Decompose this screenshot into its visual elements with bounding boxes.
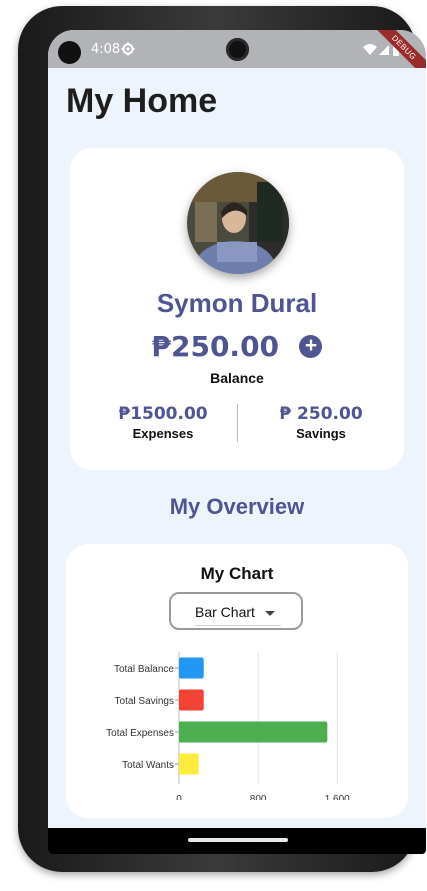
category-label: Total Balance — [114, 664, 174, 675]
home-gesture-handle[interactable] — [188, 838, 288, 842]
x-tick-label: 0 — [176, 794, 182, 800]
category-label: Total Savings — [115, 696, 174, 707]
bar — [179, 721, 328, 743]
x-tick-label: 800 — [250, 794, 267, 800]
chart-card: My Chart Bar Chart 0 800 1,600 Total Balanc… — [66, 544, 408, 818]
avatar[interactable] — [187, 172, 289, 274]
add-balance-button[interactable]: + — [299, 334, 323, 358]
savings-label: Savings — [296, 426, 346, 441]
user-name: Symon Dural — [156, 288, 318, 318]
balance-amount: ₱250.00 — [151, 330, 280, 363]
front-sensor — [58, 41, 81, 64]
plus-icon: + — [304, 334, 318, 357]
screen: 4:08 DEBUG My Home Symon Dural ₱250.00 +… — [48, 30, 426, 854]
expenses-amount: ₱1500.00 — [118, 404, 208, 424]
status-time: 4:08 — [91, 42, 121, 57]
avatar-photo — [187, 172, 289, 274]
category-label: Total Expenses — [106, 728, 174, 739]
bar — [179, 657, 204, 679]
overview-title: My Overview — [169, 494, 305, 519]
camera-cutout — [226, 38, 249, 61]
phone-frame: 4:08 DEBUG My Home Symon Dural ₱250.00 +… — [18, 6, 426, 872]
balance-label: Balance — [210, 370, 264, 386]
dropdown-underline — [195, 625, 281, 626]
x-tick-label: 1,600 — [325, 794, 350, 800]
chevron-down-icon — [265, 611, 275, 616]
profile-card: Symon Dural ₱250.00 + Balance ₱1500.00 E… — [70, 148, 404, 470]
chart-type-dropdown[interactable]: Bar Chart — [169, 592, 303, 630]
balance-row: ₱250.00 + — [70, 330, 404, 363]
savings-stat: ₱ 250.00 Savings — [238, 404, 404, 441]
savings-amount: ₱ 250.00 — [279, 404, 363, 424]
page-title: My Home — [66, 82, 218, 120]
settings-gear-icon — [121, 42, 135, 56]
app-content[interactable]: My Home Symon Dural ₱250.00 + Balance ₱1… — [48, 68, 426, 828]
bar — [179, 753, 199, 775]
bar-chart: 0 800 1,600 Total Balance Total Savings Total… — [106, 652, 350, 800]
chart-title: My Chart — [200, 564, 274, 583]
navigation-bar — [48, 828, 426, 854]
expenses-label: Expenses — [132, 426, 194, 441]
chart-type-selected: Bar Chart — [195, 604, 255, 620]
expenses-stat: ₱1500.00 Expenses — [80, 404, 246, 441]
category-label: Total Wants — [122, 760, 174, 771]
bar — [179, 689, 204, 711]
status-bar: 4:08 DEBUG — [48, 30, 426, 85]
